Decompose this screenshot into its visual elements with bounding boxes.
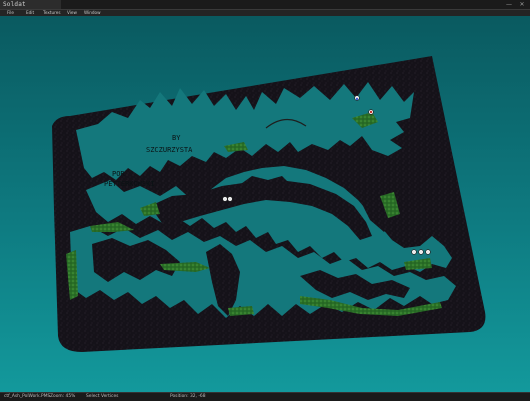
spawn-marker[interactable] [418,249,424,255]
author-name-2: PETTERKOWSKI [104,180,155,188]
map-canvas[interactable]: BY SZCZURZYSTA POR PETTERKOWSKI [0,16,530,392]
map-view[interactable]: BY SZCZURZYSTA POR PETTERKOWSKI [0,16,530,392]
spawn-marker[interactable] [411,249,417,255]
flag-marker-red[interactable] [369,110,373,114]
minimize-icon[interactable]: — [505,0,513,9]
spawn-marker[interactable] [227,196,233,202]
title-bar: Soldat PolyWorks — ✕ [0,0,530,17]
window-title: Soldat PolyWorks [0,0,61,17]
author-name-1: SZCZURZYSTA [146,146,193,154]
spawn-marker[interactable] [425,249,431,255]
spawn-marker[interactable] [222,196,228,202]
close-icon[interactable]: ✕ [518,0,526,9]
author-por: POR [112,170,125,178]
flag-marker-blue[interactable] [355,97,359,101]
author-by: BY [172,134,181,142]
